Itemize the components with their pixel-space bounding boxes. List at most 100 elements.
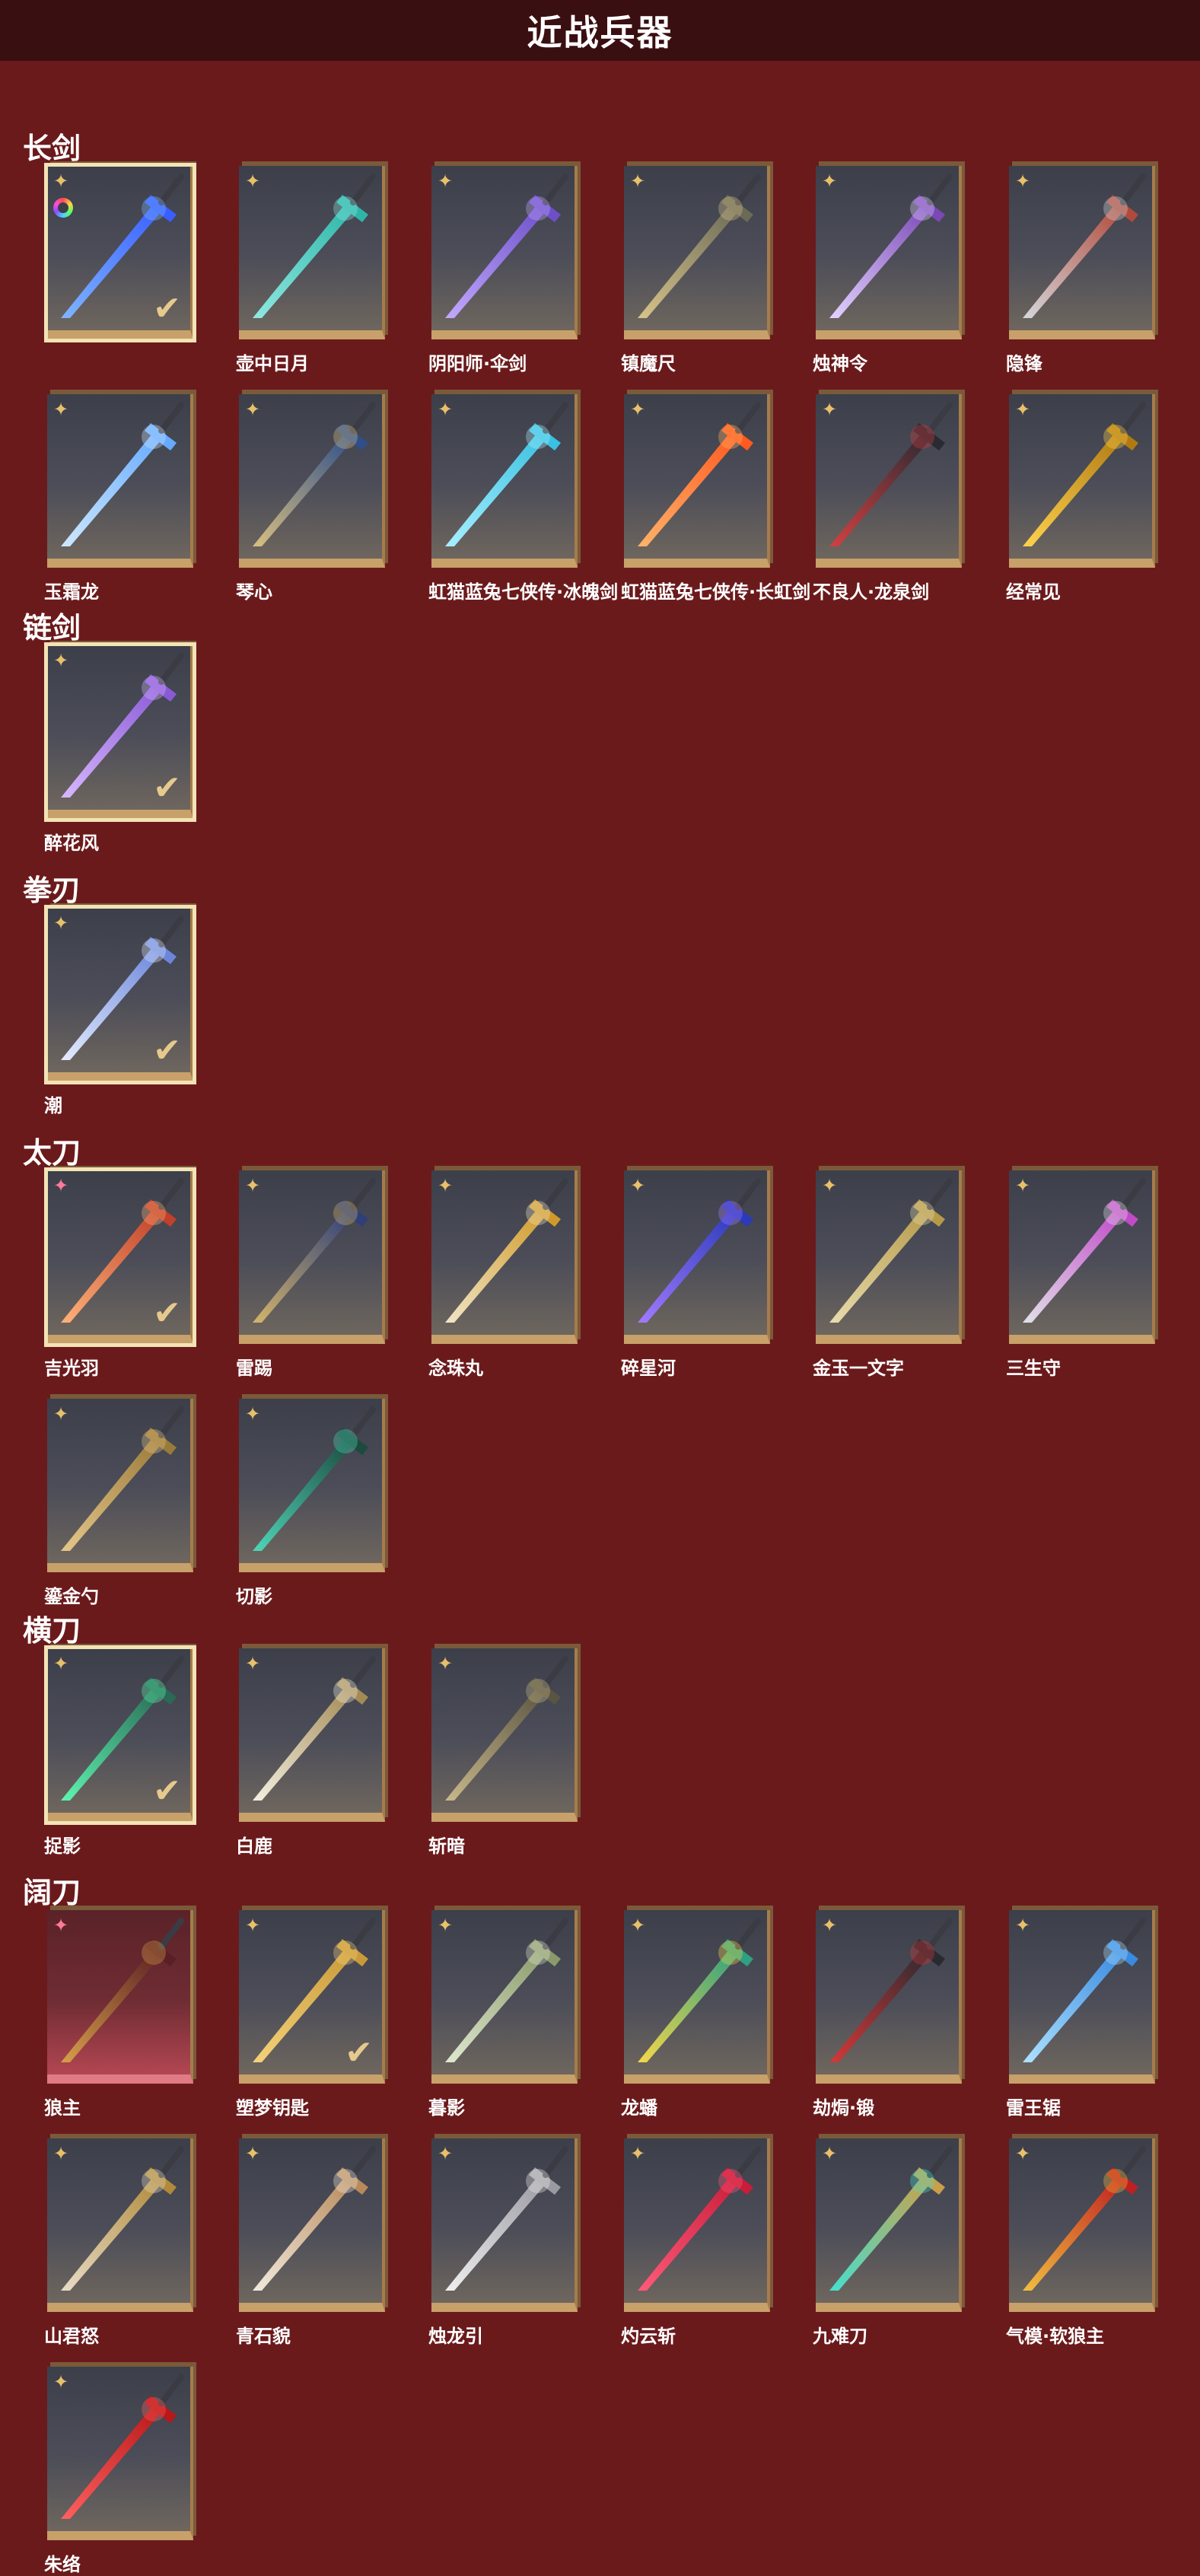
weapon-card[interactable]: ✦ ✔ — [44, 905, 196, 1084]
weapon-card[interactable]: ✦ — [47, 1910, 193, 2084]
sparkle-icon: ✦ — [53, 170, 69, 192]
weapon-item[interactable]: ✦ 斩暗 — [428, 1648, 581, 1858]
weapon-item[interactable]: ✦ 暮影 — [428, 1910, 581, 2119]
weapon-hilt — [158, 1406, 184, 1438]
weapon-card[interactable]: ✦ — [1009, 394, 1155, 568]
weapon-item[interactable]: ✦ 碎星河 — [621, 1170, 773, 1380]
weapon-card[interactable]: ✦ — [1009, 1170, 1155, 1344]
weapon-glow — [142, 1679, 166, 1703]
weapon-card[interactable]: ✦ — [431, 2138, 578, 2312]
weapon-card[interactable]: ✦ ✔ — [44, 1645, 196, 1825]
weapon-art — [47, 1399, 190, 1563]
weapon-item[interactable]: ✦ 龙蟠 — [621, 1910, 773, 2119]
sparkle-icon: ✦ — [822, 1175, 838, 1196]
weapon-item[interactable]: ✦ 灼云斩 — [621, 2138, 773, 2348]
weapon-item[interactable]: ✦ 虹猫蓝兔七侠传·冰魄剑 — [428, 394, 618, 603]
weapon-item[interactable]: ✦ 雷王锯 — [1006, 1910, 1158, 2119]
weapon-item[interactable]: ✦ 阴阳师·伞剑 — [428, 166, 581, 375]
weapon-item[interactable]: ✦ ✔ — [44, 163, 196, 349]
weapon-item[interactable]: ✦ ✔ 塑梦钥匙 — [236, 1910, 388, 2119]
weapon-hilt — [927, 2146, 953, 2178]
color-wheel-icon[interactable] — [53, 198, 73, 218]
weapon-blade — [638, 1210, 738, 1323]
weapon-item[interactable]: ✦ 不良人·龙泉剑 — [813, 394, 965, 603]
weapon-card[interactable]: ✦ — [239, 2138, 385, 2312]
weapon-item[interactable]: ✦ 念珠丸 — [428, 1170, 581, 1380]
weapon-item[interactable]: ✦ 山君怒 — [44, 2138, 196, 2348]
weapon-card[interactable]: ✦ — [47, 1399, 193, 1572]
weapon-name: 念珠丸 — [428, 1358, 483, 1379]
weapon-name: 虹猫蓝兔七侠传·长虹剑 — [621, 581, 811, 603]
weapon-item[interactable]: ✦ ✔ 醉花风 — [44, 642, 196, 855]
weapon-hilt — [158, 1178, 184, 1210]
sparkle-icon: ✦ — [438, 399, 454, 420]
weapon-item[interactable]: ✦ 三生守 — [1006, 1170, 1158, 1380]
weapon-item[interactable]: ✦ 劫焗·锻 — [813, 1910, 965, 2119]
category-title: 太刀 — [23, 1136, 81, 1170]
weapon-card[interactable]: ✦ ✔ — [44, 163, 196, 342]
weapon-card[interactable]: ✦ — [816, 1170, 962, 1344]
weapon-item[interactable]: ✦ 白鹿 — [236, 1648, 388, 1858]
weapon-card[interactable]: ✦ ✔ — [44, 642, 196, 822]
weapon-art — [431, 166, 575, 330]
weapon-card[interactable]: ✦ — [624, 166, 770, 339]
weapon-item[interactable]: ✦ 狼主 — [44, 1910, 196, 2119]
weapon-item[interactable]: ✦ 隐锋 — [1006, 166, 1158, 375]
weapon-item[interactable]: ✦ ✔ 吉光羽 — [44, 1167, 196, 1380]
weapon-item[interactable]: ✦ 虹猫蓝兔七侠传·长虹剑 — [621, 394, 810, 603]
weapon-illustration — [1023, 174, 1146, 318]
weapon-name: 斩暗 — [428, 1836, 465, 1857]
weapon-item[interactable]: ✦ 琴心 — [236, 394, 388, 603]
weapon-card[interactable]: ✦ — [47, 394, 193, 568]
weapon-card[interactable]: ✦ — [239, 1399, 385, 1572]
weapon-item[interactable]: ✦ 气模·软狼主 — [1006, 2138, 1158, 2348]
weapon-card[interactable]: ✦ — [816, 166, 962, 339]
weapon-item[interactable]: ✦ 玉霜龙 — [44, 394, 196, 603]
weapon-card[interactable]: ✦ — [624, 394, 770, 568]
weapon-card[interactable]: ✦ — [816, 394, 962, 568]
weapon-card[interactable]: ✦ — [624, 2138, 770, 2312]
weapon-illustration — [829, 402, 953, 546]
weapon-card[interactable]: ✦ — [431, 1170, 578, 1344]
weapon-item[interactable]: ✦ 青石貌 — [236, 2138, 388, 2348]
weapon-card[interactable]: ✦ — [431, 166, 578, 339]
weapon-item[interactable]: ✦ 烛龙引 — [428, 2138, 581, 2348]
weapon-card[interactable]: ✦ — [239, 166, 385, 339]
weapon-item[interactable]: ✦ 烛神令 — [813, 166, 965, 375]
weapon-card[interactable]: ✦ — [239, 1648, 385, 1822]
weapon-card[interactable]: ✦ — [47, 2138, 193, 2312]
sparkle-icon: ✦ — [630, 1915, 646, 1936]
weapon-item[interactable]: ✦ 九难刀 — [813, 2138, 965, 2348]
weapon-card[interactable]: ✦ — [1009, 1910, 1155, 2084]
weapon-card[interactable]: ✦ — [624, 1910, 770, 2084]
weapon-card[interactable]: ✦ — [1009, 2138, 1155, 2312]
weapon-item[interactable]: ✦ ✔ 捉影 — [44, 1645, 196, 1858]
weapon-illustration — [445, 402, 568, 546]
weapon-name: 切影 — [236, 1586, 272, 1607]
weapon-item[interactable]: ✦ 朱络 — [44, 2367, 196, 2576]
weapon-card[interactable]: ✦ — [1009, 166, 1155, 339]
weapon-card[interactable]: ✦ — [431, 1648, 578, 1822]
weapon-card[interactable]: ✦ — [239, 1170, 385, 1344]
weapon-card[interactable]: ✦ — [624, 1170, 770, 1344]
weapon-card[interactable]: ✦ ✔ — [239, 1910, 385, 2084]
weapon-item[interactable]: ✦ 镇魔尺 — [621, 166, 773, 375]
weapon-card[interactable]: ✦ — [431, 394, 578, 568]
weapon-card[interactable]: ✦ — [47, 2367, 193, 2540]
weapon-item[interactable]: ✦ 鎏金勺 — [44, 1399, 196, 1608]
weapon-card[interactable]: ✦ — [431, 1910, 578, 2084]
weapon-item[interactable]: ✦ 金玉一文字 — [813, 1170, 965, 1380]
weapon-name: 壶中日月 — [236, 353, 309, 374]
weapon-card[interactable]: ✦ — [239, 394, 385, 568]
weapon-item[interactable]: ✦ 切影 — [236, 1399, 388, 1608]
weapon-item[interactable]: ✦ 雷踢 — [236, 1170, 388, 1380]
weapon-item[interactable]: ✦ 经常见 — [1006, 394, 1158, 603]
weapon-name: 镇魔尺 — [621, 353, 676, 374]
weapon-item[interactable]: ✦ 壶中日月 — [236, 166, 388, 375]
weapon-card[interactable]: ✦ ✔ — [44, 1167, 196, 1347]
weapon-item[interactable]: ✦ ✔ 潮 — [44, 905, 196, 1117]
weapon-blade — [638, 205, 738, 318]
weapon-card[interactable]: ✦ — [816, 1910, 962, 2084]
weapon-glow — [142, 196, 166, 221]
weapon-card[interactable]: ✦ — [816, 2138, 962, 2312]
